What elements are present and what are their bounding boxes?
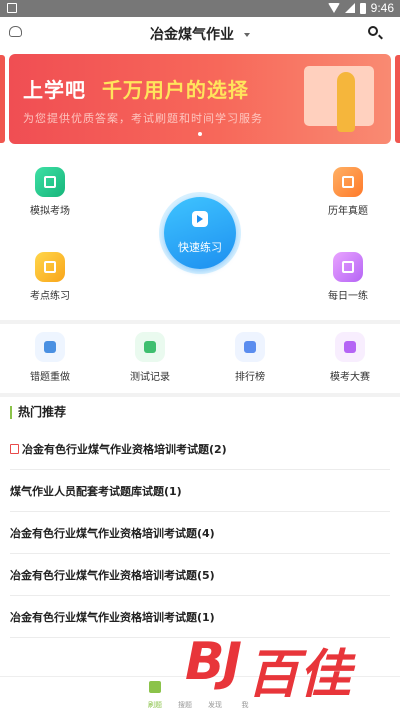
list-item-title: 煤气作业人员配套考试题库试题(1): [10, 484, 182, 498]
carousel-indicator: [198, 132, 202, 136]
trophy-icon: [335, 332, 365, 362]
watermark-logo-text: 百佳: [247, 645, 352, 705]
bookmark-icon: [10, 443, 19, 454]
list-item-title: 冶金有色行业煤气作业资格培训考试题(5): [10, 568, 215, 582]
message-icon: [35, 252, 65, 282]
function-grid: 模拟考场 历年真题 快速练习 考点练习 每日一练: [0, 150, 400, 320]
wrong-redo-label: 错题重做: [30, 372, 70, 383]
tools-row: 错题重做 测试记录 排行榜 模考大赛: [0, 332, 400, 387]
point-practice-button[interactable]: 考点练习: [10, 252, 90, 302]
watermark-logo: BJ 百佳: [185, 632, 385, 705]
wifi-icon: [327, 3, 340, 13]
wrong-redo-button[interactable]: 错题重做: [20, 332, 80, 383]
list-item-title: 冶金有色行业煤气作业资格培训考试题(2): [22, 442, 227, 456]
quick-practice-button[interactable]: 快速练习: [159, 192, 241, 274]
record-icon: [135, 332, 165, 362]
banner-subtext: 为您提供优质答案，考试刷题和时间学习服务: [23, 112, 263, 125]
divider: [0, 393, 400, 397]
ranking-button[interactable]: 排行榜: [220, 332, 280, 383]
test-record-label: 测试记录: [130, 372, 170, 383]
book-icon: [35, 167, 65, 197]
tab-practice-label: 刷题: [148, 701, 162, 709]
practice-icon: [149, 681, 161, 693]
title-bar: 冶金煤气作业: [0, 17, 400, 47]
hot-list: 冶金有色行业煤气作业资格培训考试题(2) 煤气作业人员配套考试题库试题(1) 冶…: [10, 428, 390, 638]
daily-practice-label: 每日一练: [328, 291, 368, 302]
caret-down-icon: [244, 33, 250, 37]
status-time: 9:46: [370, 1, 394, 15]
point-practice-label: 考点练习: [30, 291, 70, 302]
banner-person-illustration: [337, 72, 355, 132]
list-item-title: 冶金有色行业煤气作业资格培训考试题(1): [10, 610, 215, 624]
status-bar: 9:46: [0, 0, 400, 17]
banner[interactable]: 上学吧 千万用户的选择 为您提供优质答案，考试刷题和时间学习服务: [9, 54, 391, 144]
list-item[interactable]: 冶金有色行业煤气作业资格培训考试题(5): [10, 554, 390, 596]
bar-chart-icon: [235, 332, 265, 362]
signal-icon: [344, 3, 355, 13]
banner-headline-b: 千万用户的选择: [101, 78, 249, 102]
tab-practice[interactable]: 刷题: [140, 681, 170, 710]
search-icon[interactable]: [368, 26, 378, 36]
quick-practice-label: 快速练习: [178, 241, 222, 254]
app-notification-icon: [7, 3, 17, 13]
mock-contest-label: 模考大赛: [330, 372, 370, 383]
hot-section-title: 热门推荐: [10, 406, 66, 419]
banner-next-peek: [395, 55, 400, 143]
calendar-icon: [333, 167, 363, 197]
subject-selector[interactable]: 冶金煤气作业: [0, 24, 400, 44]
mock-contest-button[interactable]: 模考大赛: [320, 332, 380, 383]
banner-prev-peek: [0, 55, 5, 143]
battery-icon: [359, 2, 366, 14]
daily-practice-button[interactable]: 每日一练: [308, 252, 388, 302]
divider: [0, 320, 400, 324]
list-item[interactable]: 冶金有色行业煤气作业资格培训考试题(4): [10, 512, 390, 554]
mock-exam-label: 模拟考场: [30, 206, 70, 217]
list-item-title: 冶金有色行业煤气作业资格培训考试题(4): [10, 526, 215, 540]
banner-headline-a: 上学吧: [23, 78, 86, 102]
past-exams-button[interactable]: 历年真题: [308, 167, 388, 217]
mock-exam-button[interactable]: 模拟考场: [10, 167, 90, 217]
ranking-label: 排行榜: [235, 372, 265, 383]
edit-icon: [333, 252, 363, 282]
arrow-right-icon: [192, 211, 208, 227]
watermark-logo-mark: BJ: [185, 632, 242, 692]
list-item[interactable]: 煤气作业人员配套考试题库试题(1): [10, 470, 390, 512]
list-item[interactable]: 冶金有色行业煤气作业资格培训考试题(2): [10, 428, 390, 470]
page-title: 冶金煤气作业: [150, 27, 234, 43]
banner-headline: 上学吧 千万用户的选择: [23, 74, 249, 103]
past-exams-label: 历年真题: [328, 206, 368, 217]
test-record-button[interactable]: 测试记录: [120, 332, 180, 383]
banner-carousel[interactable]: 上学吧 千万用户的选择 为您提供优质答案，考试刷题和时间学习服务: [0, 52, 400, 148]
redo-icon: [35, 332, 65, 362]
